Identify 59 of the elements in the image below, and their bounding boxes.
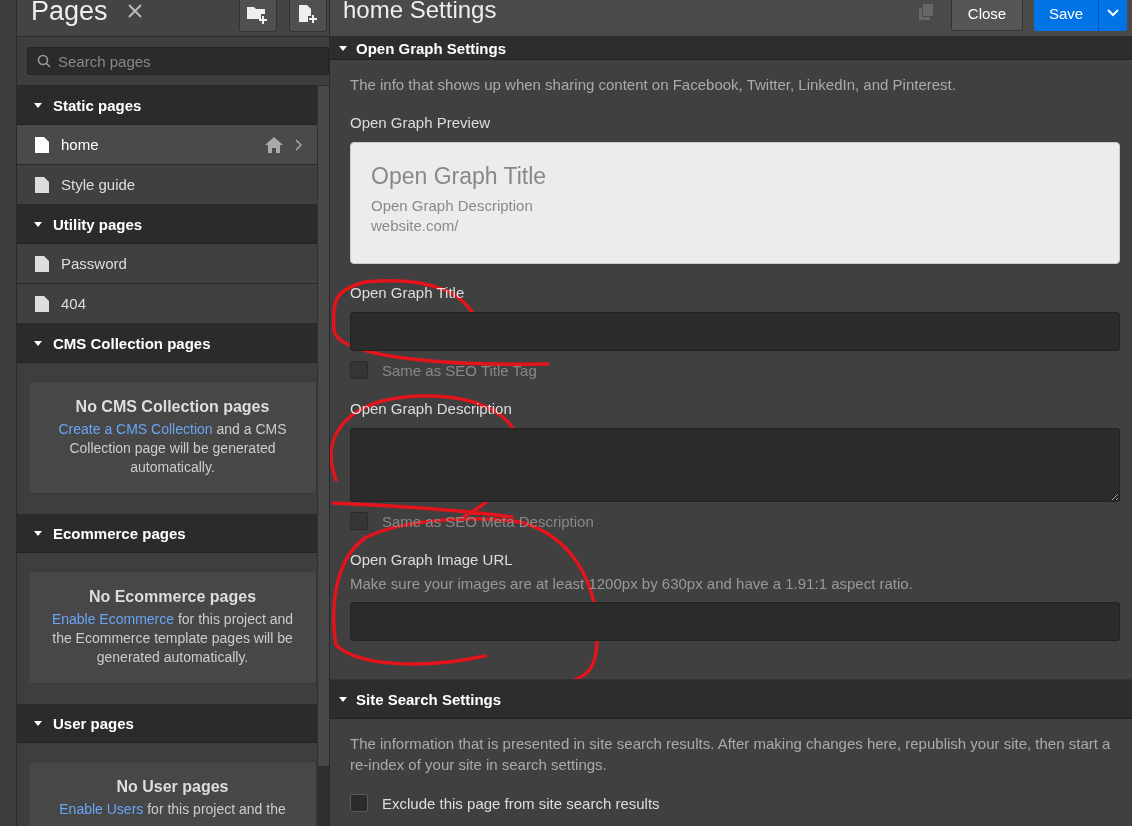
search-field[interactable]: Search pages — [27, 47, 329, 75]
field-label: Open Graph Preview — [350, 114, 492, 131]
file-icon — [35, 255, 49, 272]
preview-url: website.com/ — [371, 216, 460, 236]
home-icon — [265, 136, 283, 153]
close-button[interactable]: Close — [951, 0, 1023, 31]
checkbox-label: Exclude this page from site search results — [382, 794, 660, 812]
empty-state-title: No CMS Collection pages — [74, 398, 271, 416]
file-icon — [35, 295, 49, 312]
group-header[interactable]: Ecommerce pages — [17, 514, 317, 553]
caret-icon — [338, 694, 348, 704]
group-header[interactable]: CMS Collection pages — [17, 324, 317, 363]
empty-state-text: Enable Users for this project and the — [58, 800, 287, 819]
empty-state-link[interactable]: Create a CMS Collection — [58, 421, 213, 437]
close-icon[interactable] — [127, 4, 142, 18]
section-description: The information that is presented in site search results. After making changes here, republish your site, then start a re-index of your site in search settings. — [350, 734, 1112, 775]
section-header[interactable]: Open Graph Settings — [330, 37, 1132, 60]
caret-icon — [33, 338, 43, 348]
caret-icon — [33, 219, 43, 229]
empty-state-link[interactable]: Enable Ecommerce — [51, 611, 175, 627]
page-item[interactable]: home — [17, 125, 317, 165]
empty-state-text: Enable Ecommerce for this project and the Ecommerce template pages will be generated automatically. — [50, 610, 295, 667]
search-icon — [37, 54, 51, 68]
panel-title: Pages — [31, 0, 108, 27]
preview-title: Open Graph Title — [371, 163, 548, 190]
caret-icon — [338, 43, 348, 53]
checkbox-label: Same as SEO Title Tag — [382, 361, 537, 379]
empty-state-text: Create a CMS Collection and a CMS Collection page will be generated automatically. — [57, 420, 288, 477]
field-hint: Make sure your images are at least 1200px by 630px and have a 1.91:1 aspect ratio. — [350, 575, 914, 592]
caret-icon — [33, 528, 43, 538]
save-button[interactable]: Save — [1034, 0, 1099, 31]
preview-description: Open Graph Description — [371, 196, 534, 216]
save-options-button[interactable] — [1099, 0, 1127, 31]
group-header[interactable]: Static pages — [17, 86, 317, 125]
field-label: Open Graph Image URL — [350, 551, 514, 568]
empty-state-link[interactable]: Enable Users — [59, 801, 144, 817]
file-plus-icon — [297, 4, 319, 24]
scrollbar[interactable] — [317, 86, 329, 826]
caret-icon — [33, 100, 43, 110]
file-icon — [35, 136, 49, 153]
new-folder-button[interactable] — [239, 0, 277, 32]
folder-plus-icon — [246, 4, 270, 24]
section-header[interactable]: Site Search Settings — [330, 679, 1132, 719]
file-icon — [35, 176, 49, 193]
input-field[interactable] — [350, 312, 1120, 351]
empty-state-title: No User pages — [115, 778, 230, 796]
checkbox[interactable] — [350, 794, 368, 812]
chevron-down-icon — [1107, 9, 1119, 17]
new-page-button[interactable] — [289, 0, 327, 32]
group-header[interactable]: Utility pages — [17, 205, 317, 244]
chevron-right-icon — [295, 138, 303, 151]
copy-icon[interactable] — [919, 4, 933, 20]
caret-icon — [33, 718, 43, 728]
empty-state-title: No Ecommerce pages — [87, 588, 258, 606]
panel-title: home Settings — [343, 0, 498, 24]
group-header[interactable]: User pages — [17, 704, 317, 743]
input-field[interactable] — [350, 602, 1120, 641]
text-area[interactable] — [350, 428, 1120, 502]
section-description: The info that shows up when sharing content on Facebook, Twitter, LinkedIn, and Pinterest. — [350, 75, 957, 95]
